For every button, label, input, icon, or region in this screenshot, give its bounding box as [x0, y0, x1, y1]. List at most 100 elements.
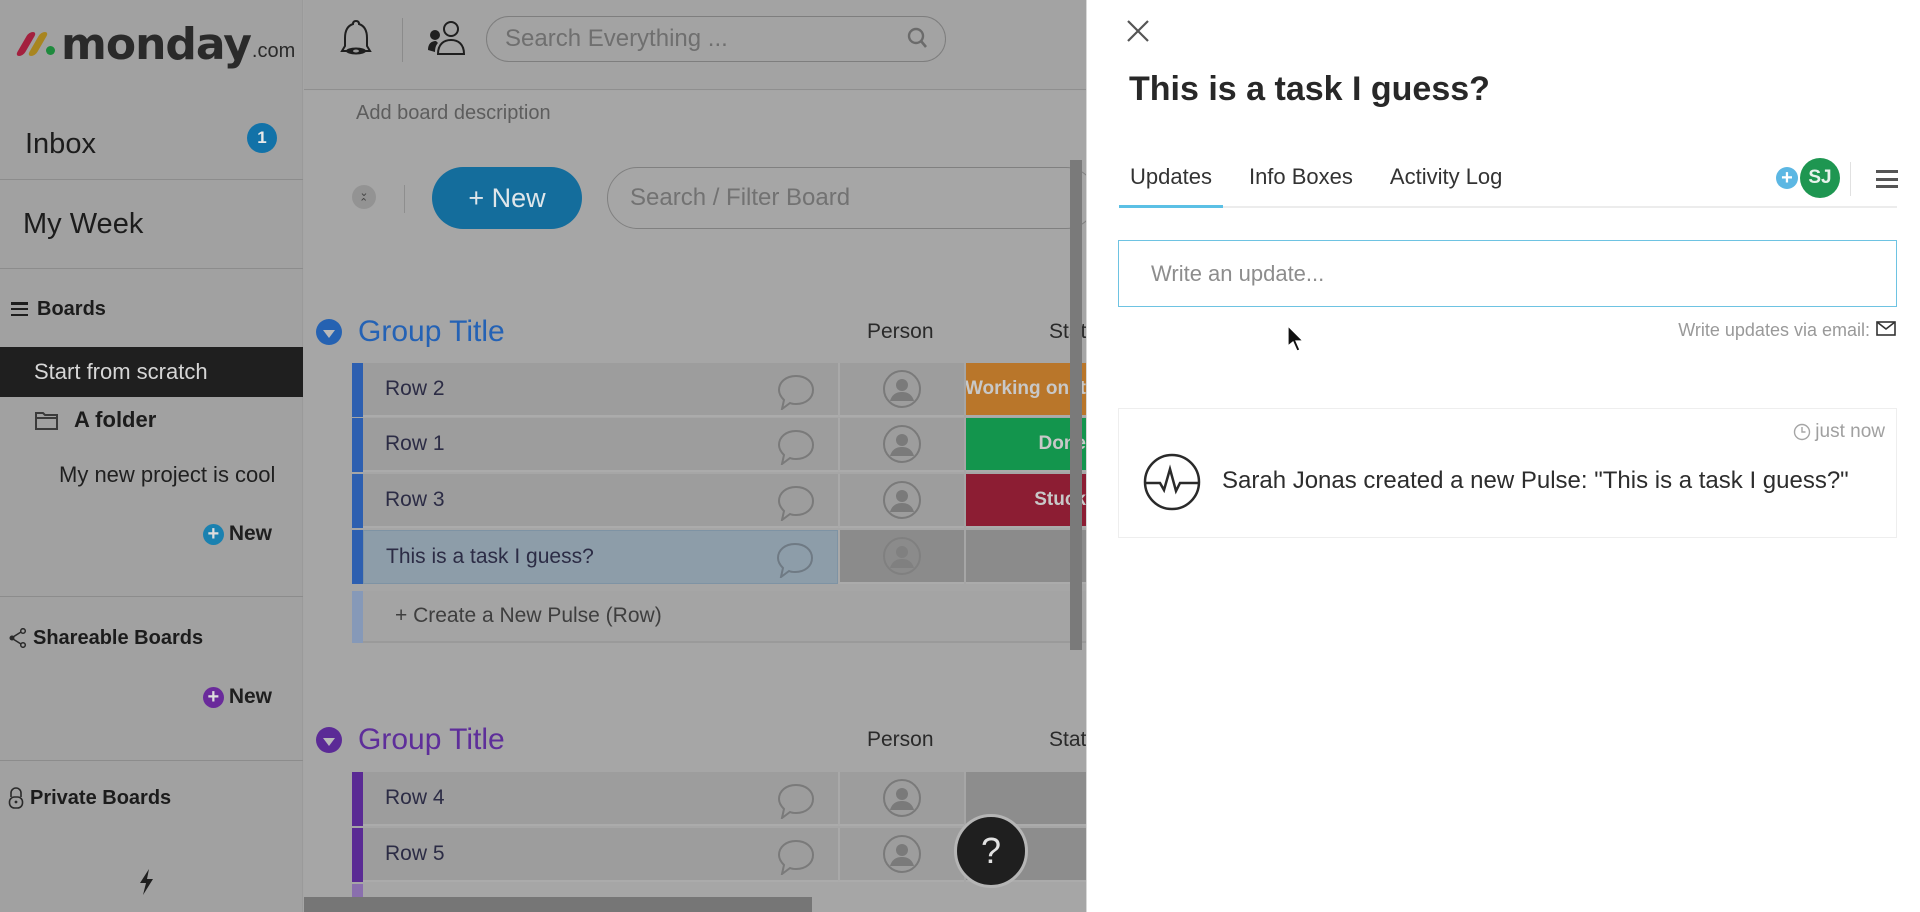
- board-area: Add board description ⌄⌄ + New Group Tit…: [304, 91, 1086, 912]
- group-collapse-toggle-icon[interactable]: [316, 727, 342, 753]
- invite-people-icon[interactable]: [426, 18, 466, 63]
- logo-tld: .com: [251, 39, 296, 62]
- envelope-icon[interactable]: [1876, 320, 1896, 341]
- table-row[interactable]: Row 1 Done: [352, 418, 1086, 472]
- tab-updates[interactable]: Updates: [1119, 156, 1223, 208]
- chat-bubble-icon[interactable]: [776, 374, 816, 416]
- clock-icon: [1794, 423, 1811, 441]
- sidebar: monday .com Inbox 1 My Week Boards Start…: [0, 0, 303, 912]
- help-button[interactable]: ?: [954, 814, 1028, 888]
- row-name-cell[interactable]: Row 3: [363, 474, 838, 528]
- person-cell[interactable]: [838, 363, 964, 417]
- private-boards-header[interactable]: Private Boards: [0, 780, 303, 816]
- board-label: My new project is cool: [59, 462, 276, 487]
- divider: [402, 18, 403, 62]
- board-description[interactable]: Add board description: [356, 102, 551, 125]
- divider: [404, 185, 405, 213]
- tab-info-boxes[interactable]: Info Boxes: [1238, 156, 1364, 208]
- activity-timestamp: just now: [1793, 421, 1885, 443]
- chat-bubble-icon[interactable]: [776, 429, 816, 471]
- board-filter[interactable]: [607, 167, 1086, 229]
- new-shareable-board-button[interactable]: + New: [202, 685, 272, 709]
- tab-activity-log[interactable]: Activity Log: [1379, 156, 1514, 208]
- boards-section-header[interactable]: Boards: [0, 292, 303, 326]
- new-label: New: [228, 522, 272, 545]
- lightning-icon[interactable]: [136, 868, 156, 903]
- group-title[interactable]: Group Title: [358, 723, 505, 757]
- row-name-cell[interactable]: Row 1: [363, 418, 838, 472]
- board-vertical-scrollbar[interactable]: [1070, 160, 1082, 650]
- subscriber-avatar[interactable]: SJ: [1800, 158, 1840, 198]
- board-filter-input[interactable]: [630, 184, 1030, 212]
- column-header-status[interactable]: Status: [1049, 728, 1086, 752]
- status-cell[interactable]: Stuck: [966, 474, 1086, 528]
- folder-label: A folder: [74, 407, 157, 432]
- boards-label: Boards: [37, 297, 106, 320]
- person-cell[interactable]: [838, 530, 964, 584]
- start-from-scratch-label: Start from scratch: [34, 359, 208, 384]
- chat-bubble-icon[interactable]: [775, 542, 815, 584]
- person-avatar-icon: [883, 779, 921, 817]
- group-collapse-toggle-icon[interactable]: [316, 319, 342, 345]
- sidebar-folder[interactable]: A folder: [0, 400, 303, 440]
- folder-icon: [34, 409, 60, 431]
- bell-icon[interactable]: [338, 18, 374, 65]
- sidebar-item-inbox[interactable]: Inbox 1: [0, 110, 303, 180]
- global-search[interactable]: [486, 16, 946, 62]
- row-color-bar: [352, 828, 363, 882]
- sidebar-item-start-from-scratch[interactable]: Start from scratch: [0, 347, 303, 397]
- pulse-title[interactable]: This is a task I guess?: [1129, 70, 1490, 109]
- close-icon[interactable]: [1125, 18, 1151, 44]
- email-updates-hint[interactable]: Write updates via email:: [1678, 320, 1896, 341]
- chat-bubble-icon[interactable]: [776, 839, 816, 881]
- monday-logo[interactable]: monday .com: [15, 18, 296, 70]
- sidebar-item-board[interactable]: My new project is cool: [0, 455, 303, 495]
- sidebar-item-my-week[interactable]: My Week: [0, 181, 303, 269]
- collapse-all-button[interactable]: ⌄ ⌄: [352, 185, 376, 209]
- row-name: Row 1: [385, 432, 445, 455]
- top-bar: [304, 0, 1086, 90]
- search-icon[interactable]: [907, 27, 929, 56]
- shareable-boards-label: Shareable Boards: [33, 626, 204, 649]
- logo-mark-icon: [15, 32, 55, 56]
- add-subscriber-icon[interactable]: +: [1776, 167, 1798, 189]
- row-color-bar: [352, 772, 363, 826]
- person-cell[interactable]: [838, 828, 964, 882]
- chat-bubble-icon[interactable]: [776, 783, 816, 825]
- row-name-cell[interactable]: This is a task I guess?: [363, 530, 838, 584]
- create-pulse-label[interactable]: + Create a New Pulse (Row): [363, 591, 1086, 643]
- group-title[interactable]: Group Title: [358, 315, 505, 349]
- email-hint-text: Write updates via email:: [1678, 320, 1870, 340]
- row-name-cell[interactable]: Row 2: [363, 363, 838, 417]
- global-search-input[interactable]: [505, 25, 885, 53]
- activity-text: Sarah Jonas created a new Pulse: "This i…: [1222, 467, 1849, 494]
- status-cell[interactable]: Working on it: [966, 363, 1086, 417]
- hamburger-icon: [11, 302, 28, 316]
- write-update-input[interactable]: [1118, 240, 1897, 307]
- timestamp-text: just now: [1815, 421, 1885, 442]
- create-pulse-row[interactable]: + Create a New Pulse (Row): [352, 591, 1086, 643]
- board-horizontal-scrollbar[interactable]: [304, 897, 812, 912]
- person-cell[interactable]: [838, 418, 964, 472]
- status-cell[interactable]: Done: [966, 418, 1086, 472]
- table-row[interactable]: Row 2 Working on it: [352, 363, 1086, 417]
- status-cell[interactable]: [966, 530, 1086, 584]
- person-cell[interactable]: [838, 474, 964, 528]
- menu-icon[interactable]: [1876, 170, 1898, 188]
- column-header-person[interactable]: Person: [867, 728, 934, 752]
- chat-bubble-icon[interactable]: [776, 485, 816, 527]
- row-name-cell[interactable]: Row 4: [363, 772, 838, 826]
- new-item-button[interactable]: + New: [432, 167, 582, 229]
- subscribers: + SJ: [1776, 158, 1840, 198]
- row-name: This is a task I guess?: [386, 545, 594, 568]
- table-row[interactable]: Row 3 Stuck: [352, 474, 1086, 528]
- new-board-button[interactable]: + New: [202, 522, 272, 546]
- logo-text: monday: [61, 18, 252, 70]
- person-avatar-icon: [883, 370, 921, 408]
- person-cell[interactable]: [838, 772, 964, 826]
- row-name-cell[interactable]: Row 5: [363, 828, 838, 882]
- row-color-bar: [352, 474, 363, 528]
- shareable-boards-header[interactable]: Shareable Boards: [0, 620, 303, 656]
- table-row-selected[interactable]: This is a task I guess?: [352, 530, 1086, 584]
- column-header-person[interactable]: Person: [867, 320, 934, 344]
